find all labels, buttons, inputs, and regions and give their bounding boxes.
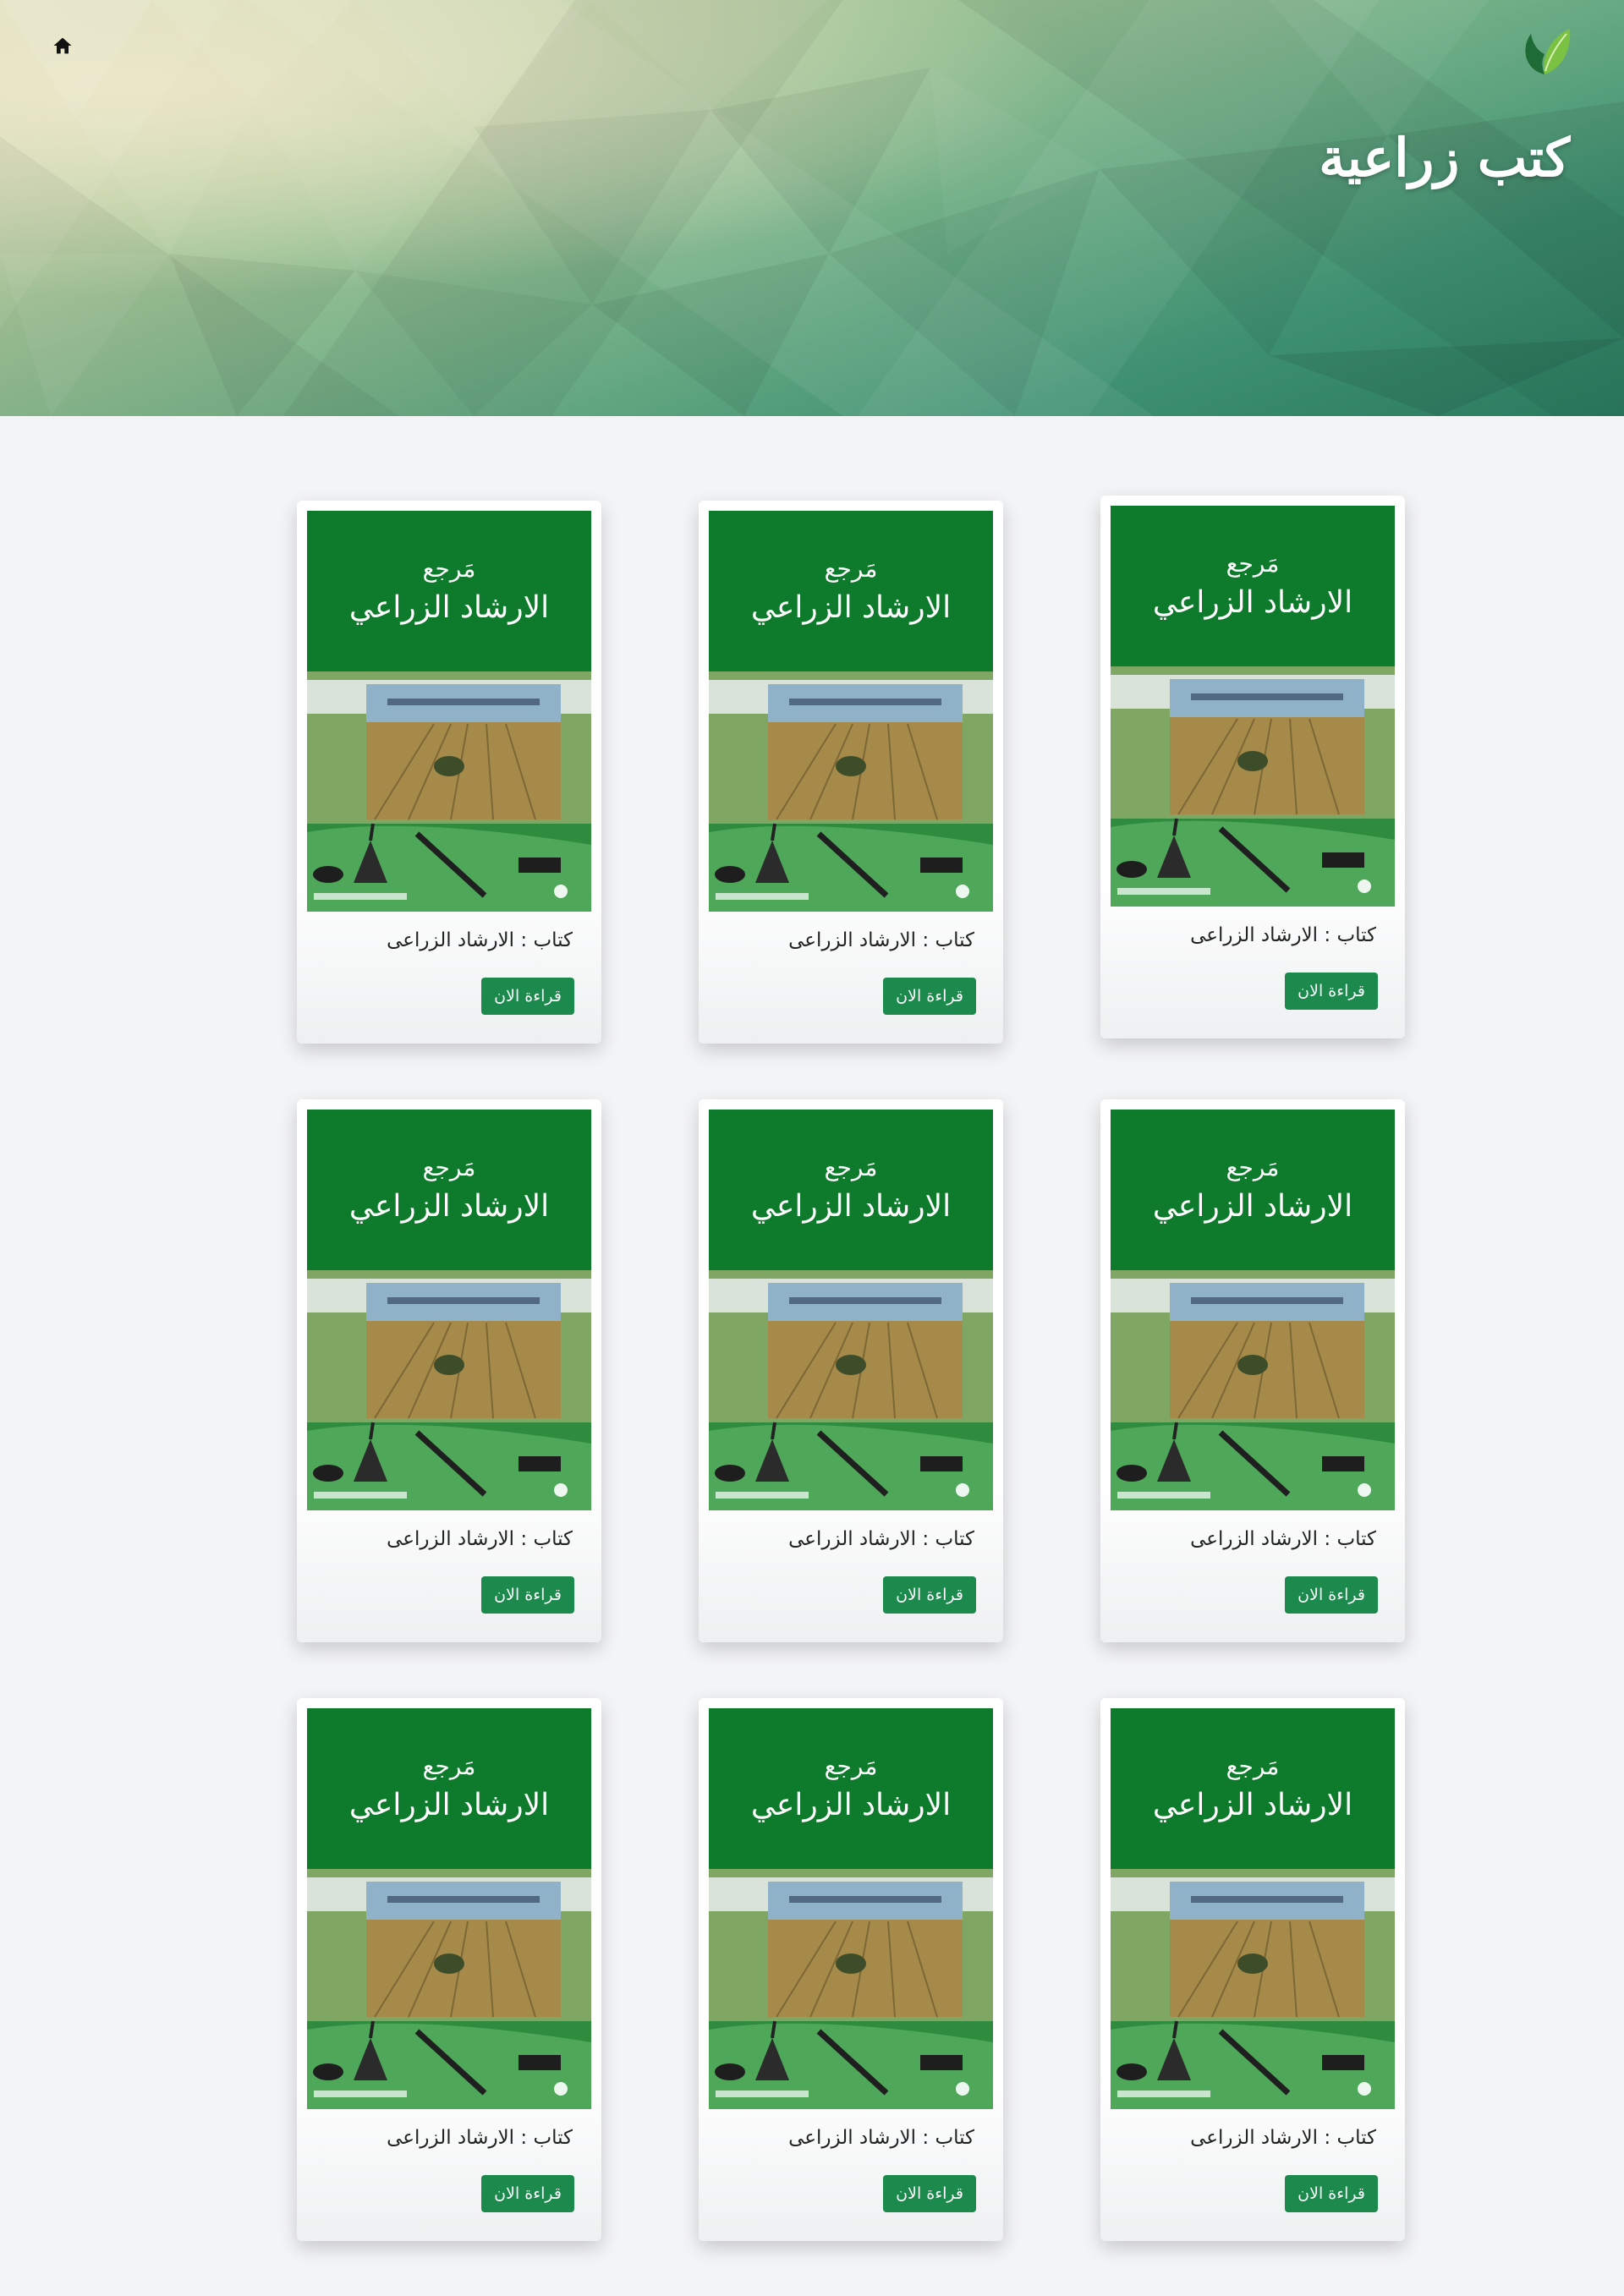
cover-title-main: الارشاد الزراعي	[349, 1189, 549, 1224]
book-caption: كتاب : الارشاد الزراعى	[387, 1528, 573, 1550]
cover-title-main: الارشاد الزراعي	[751, 590, 951, 625]
cover-title-main: الارشاد الزراعي	[349, 1788, 549, 1822]
cover-title-top: مَرجع	[423, 555, 476, 583]
book-card: مَرجع الارشاد الزراعي كتاب: الارشاد الز…	[1100, 1099, 1405, 1642]
cover-title-top: مَرجع	[1226, 1752, 1280, 1780]
book-cover[interactable]: مَرجع الارشاد الزراعي	[307, 1110, 591, 1510]
book-caption: كتاب : الارشاد الزراعى	[788, 2127, 974, 2149]
cover-title-top: مَرجع	[1226, 1153, 1280, 1181]
book-cover[interactable]: مَرجع الارشاد الزراعي	[709, 511, 993, 912]
book-cover[interactable]: مَرجع الارشاد الزراعي	[307, 511, 591, 912]
book-card: مَرجع الارشاد الزراعي كتاب: الارشاد الز…	[297, 1099, 601, 1642]
book-caption: كتاب : الارشاد الزراعى	[1190, 2127, 1376, 2149]
read-now-button[interactable]: قراءة الان	[1285, 1576, 1378, 1614]
cover-title-main: الارشاد الزراعي	[349, 590, 549, 625]
book-caption: كتاب : الارشاد الزراعى	[788, 1528, 974, 1550]
read-now-button[interactable]: قراءة الان	[883, 978, 976, 1015]
read-now-button[interactable]: قراءة الان	[883, 1576, 976, 1614]
cover-title-main: الارشاد الزراعي	[1153, 1788, 1352, 1822]
cover-title-main: الارشاد الزراعي	[1153, 585, 1352, 620]
cover-title-top: مَرجع	[1226, 550, 1280, 578]
cover-title-top: مَرجع	[825, 1752, 878, 1780]
book-card: مَرجع الارشاد الزراعي كتاب: الارشاد الز…	[1100, 496, 1405, 1038]
book-card: مَرجع الارشاد الزراعي كتاب: الارشاد الز…	[297, 501, 601, 1044]
book-caption: كتاب : الارشاد الزراعى	[1190, 1528, 1376, 1550]
book-card: مَرجع الارشاد الزراعي كتاب: الارشاد الز…	[297, 1698, 601, 2241]
polygon-background	[0, 0, 1624, 416]
cover-title-main: الارشاد الزراعي	[751, 1189, 951, 1224]
book-caption: كتاب : الارشاد الزراعى	[387, 929, 573, 951]
cover-title-main: الارشاد الزراعي	[751, 1788, 951, 1822]
cover-title-top: مَرجع	[825, 1153, 878, 1181]
read-now-button[interactable]: قراءة الان	[481, 1576, 574, 1614]
book-card: مَرجع الارشاد الزراعي كتاب: الارشاد الز…	[1100, 1698, 1405, 2241]
book-cover[interactable]: مَرجع الارشاد الزراعي	[1111, 1708, 1395, 2109]
cover-title-main: الارشاد الزراعي	[1153, 1189, 1352, 1224]
book-card: مَرجع الارشاد الزراعي كتاب: الارشاد الز…	[699, 1099, 1003, 1642]
cover-title-top: مَرجع	[423, 1153, 476, 1181]
book-card: مَرجع الارشاد الزراعي كتاب: الارشاد الز…	[699, 501, 1003, 1044]
read-now-button[interactable]: قراءة الان	[883, 2175, 976, 2212]
read-now-button[interactable]: قراءة الان	[481, 2175, 574, 2212]
book-cover[interactable]: مَرجع الارشاد الزراعي	[1111, 1110, 1395, 1510]
book-caption: كتاب : الارشاد الزراعى	[1190, 924, 1376, 946]
page-title: كتب زراعية	[1319, 127, 1570, 189]
book-cover[interactable]: مَرجع الارشاد الزراعي	[307, 1708, 591, 2109]
read-now-button[interactable]: قراءة الان	[1285, 2175, 1378, 2212]
hero-banner: كتب زراعية	[0, 0, 1624, 416]
book-cover[interactable]: مَرجع الارشاد الزراعي	[709, 1110, 993, 1510]
book-caption: كتاب : الارشاد الزراعى	[788, 929, 974, 951]
cover-title-top: مَرجع	[825, 555, 878, 583]
book-card: مَرجع الارشاد الزراعي كتاب: الارشاد الز…	[699, 1698, 1003, 2241]
read-now-button[interactable]: قراءة الان	[481, 978, 574, 1015]
book-cover[interactable]: مَرجع الارشاد الزراعي	[1111, 506, 1395, 907]
read-now-button[interactable]: قراءة الان	[1285, 973, 1378, 1010]
books-grid: مَرجع الارشاد الزراعي كتاب: الارشاد الز…	[295, 496, 1405, 2241]
book-cover[interactable]: مَرجع الارشاد الزراعي	[709, 1708, 993, 2109]
home-icon[interactable]	[51, 34, 74, 58]
book-caption: كتاب : الارشاد الزراعى	[387, 2127, 573, 2149]
leaf-icon	[1525, 29, 1571, 74]
cover-title-top: مَرجع	[423, 1752, 476, 1780]
